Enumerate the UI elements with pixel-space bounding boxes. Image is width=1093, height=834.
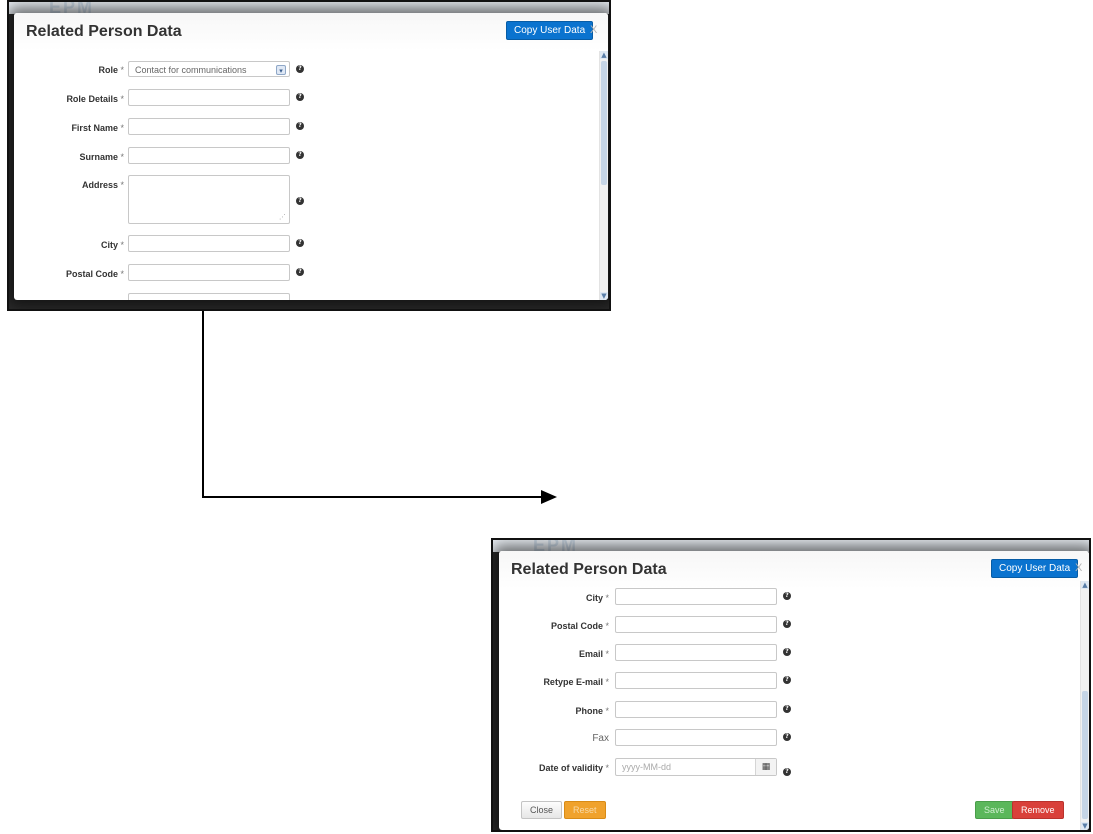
help-icon[interactable]: ?	[296, 239, 304, 247]
calendar-icon[interactable]: ▦	[755, 759, 776, 775]
scroll-up-icon[interactable]: ▲	[1081, 581, 1089, 589]
related-person-dialog: Related Person Data Copy User Data X Rol…	[14, 13, 608, 300]
city-label: City *	[100, 240, 124, 250]
help-icon[interactable]: ?	[783, 648, 791, 656]
help-icon[interactable]: ?	[296, 151, 304, 159]
phone-label: Phone *	[575, 706, 609, 716]
city-row: City * ?	[499, 588, 799, 608]
date-of-validity-input[interactable]: yyyy-MM-dd ▦	[615, 758, 777, 776]
city-label: City *	[585, 593, 609, 603]
dialog-header: Related Person Data Copy User Data X	[499, 551, 1089, 589]
role-label: Role *	[98, 65, 124, 75]
address-textarea[interactable]: ⋰	[128, 175, 290, 224]
help-icon[interactable]: ?	[296, 93, 304, 101]
date-of-validity-row: Date of validity * yyyy-MM-dd ▦ ?	[499, 758, 809, 780]
email-row: Email * ?	[499, 644, 799, 664]
date-of-validity-label: Date of validity *	[538, 763, 609, 773]
help-icon[interactable]: ?	[783, 733, 791, 741]
retype-email-row: Retype E-mail * ?	[499, 672, 799, 692]
postal-code-input[interactable]	[615, 616, 777, 633]
first-name-input[interactable]	[128, 118, 290, 135]
role-details-input[interactable]	[128, 89, 290, 106]
role-row: Role * Contact for communications ▾ ?	[14, 61, 314, 81]
email-input[interactable]	[615, 644, 777, 661]
city-input[interactable]	[615, 588, 777, 605]
reset-button[interactable]: Reset	[564, 801, 606, 819]
postal-code-row: Postal Code * ?	[499, 616, 799, 636]
close-icon[interactable]: X	[590, 24, 597, 36]
phone-row: Phone * ?	[499, 701, 799, 721]
resize-handle-icon[interactable]: ⋰	[279, 213, 286, 221]
role-details-row: Role Details * ?	[14, 89, 314, 109]
copy-user-data-button[interactable]: Copy User Data	[506, 21, 594, 40]
copy-user-data-button[interactable]: Copy User Data	[991, 559, 1079, 578]
phone-input[interactable]	[615, 701, 777, 718]
city-input[interactable]	[128, 235, 290, 252]
scroll-down-icon[interactable]: ▼	[1081, 822, 1089, 830]
retype-email-input[interactable]	[615, 672, 777, 689]
first-name-row: First Name * ?	[14, 118, 314, 138]
top-screenshot: EPM Related Person Data Copy User Data X…	[7, 0, 611, 311]
dialog-scrollbar[interactable]: ▲ ▼	[599, 51, 608, 300]
dialog-header: Related Person Data Copy User Data X	[14, 13, 608, 51]
postal-code-input[interactable]	[128, 264, 290, 281]
fax-row: Fax ?	[499, 729, 799, 749]
fax-input[interactable]	[615, 729, 777, 746]
remove-button[interactable]: Remove	[1012, 801, 1064, 819]
fax-label: Fax	[592, 733, 609, 744]
retype-email-label: Retype E-mail *	[543, 677, 609, 687]
bottom-screenshot: EPM Related Person Data Copy User Data X…	[491, 538, 1091, 832]
surname-label: Surname *	[79, 152, 124, 162]
help-icon[interactable]: ?	[296, 197, 304, 205]
scrollbar-thumb[interactable]	[601, 61, 607, 185]
save-button[interactable]: Save	[975, 801, 1014, 819]
role-select[interactable]: Contact for communications ▾	[128, 61, 290, 77]
scroll-up-icon[interactable]: ▲	[600, 51, 608, 59]
dialog-scrollbar[interactable]: ▲ ▼	[1080, 581, 1089, 830]
scrollbar-thumb[interactable]	[1082, 691, 1088, 819]
postal-code-row: Postal Code * ?	[14, 264, 314, 284]
first-name-label: First Name *	[71, 123, 124, 133]
email-label: Email *	[578, 649, 609, 659]
postal-code-label: Postal Code *	[550, 621, 609, 631]
help-icon[interactable]: ?	[783, 592, 791, 600]
help-icon[interactable]: ?	[296, 65, 304, 73]
help-icon[interactable]: ?	[783, 676, 791, 684]
help-icon[interactable]: ?	[783, 620, 791, 628]
help-icon[interactable]: ?	[296, 268, 304, 276]
related-person-dialog: Related Person Data Copy User Data X Cit…	[499, 551, 1089, 830]
surname-input[interactable]	[128, 147, 290, 164]
city-row: City * ?	[14, 235, 314, 255]
dialog-title: Related Person Data	[511, 561, 667, 578]
role-details-label: Role Details *	[66, 94, 124, 104]
dialog-title: Related Person Data	[26, 23, 182, 40]
next-field-input[interactable]	[128, 293, 290, 300]
address-row: Address * ⋰ ?	[14, 175, 314, 225]
help-icon[interactable]: ?	[296, 122, 304, 130]
address-label: Address *	[81, 180, 124, 190]
surname-row: Surname * ?	[14, 147, 314, 167]
postal-code-label: Postal Code *	[65, 269, 124, 279]
close-button[interactable]: Close	[521, 801, 563, 819]
close-icon[interactable]: X	[1075, 562, 1082, 574]
help-icon[interactable]: ?	[783, 768, 791, 776]
chevron-down-icon: ▾	[276, 65, 286, 75]
help-icon[interactable]: ?	[783, 705, 791, 713]
scroll-down-icon[interactable]: ▼	[600, 292, 608, 300]
